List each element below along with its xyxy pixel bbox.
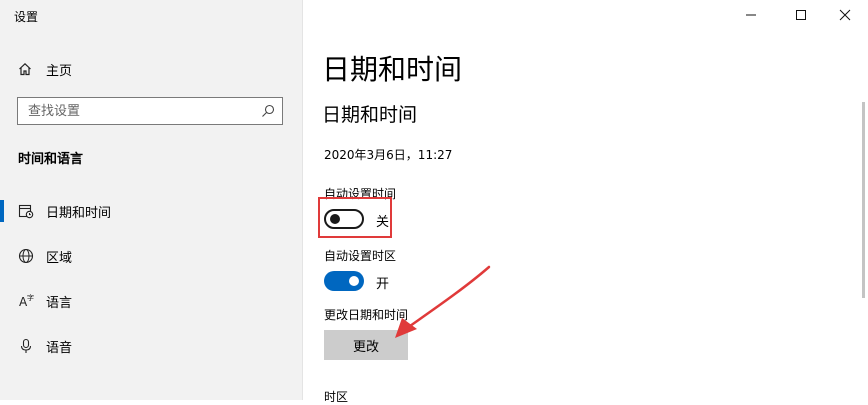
sidebar-item-region[interactable]: 区域: [0, 244, 300, 268]
auto-timezone-toggle[interactable]: [324, 271, 364, 291]
language-icon: A 字: [18, 293, 34, 309]
auto-timezone-state: 开: [376, 277, 390, 292]
nav-home-label: 主页: [46, 63, 73, 79]
auto-timezone-label: 自动设置时区: [324, 249, 397, 263]
change-datetime-label: 更改日期和时间: [324, 308, 409, 322]
sidebar: 设置 主页 时间和语言 日期和时间: [0, 0, 302, 400]
microphone-icon: [18, 338, 34, 354]
current-datetime: 2020年3月6日，11:27: [324, 148, 453, 162]
home-icon: [19, 62, 31, 76]
search-icon[interactable]: [261, 104, 275, 118]
close-button[interactable]: [834, 5, 856, 25]
change-button[interactable]: 更改: [324, 330, 408, 360]
scrollbar[interactable]: [862, 102, 865, 298]
sidebar-item-speech[interactable]: 语音: [0, 334, 300, 358]
maximize-icon: [796, 10, 806, 20]
auto-time-state: 关: [376, 215, 390, 230]
minimize-icon: [746, 14, 756, 16]
section-title: 时间和语言: [18, 152, 84, 167]
sidebar-item-language[interactable]: A 字 语言: [0, 289, 300, 313]
minimize-button[interactable]: [740, 5, 762, 25]
toggle-knob: [330, 214, 340, 224]
sidebar-item-label: 语音: [46, 340, 73, 356]
window-title: 设置: [14, 10, 39, 24]
maximize-button[interactable]: [790, 5, 812, 25]
nav-home[interactable]: 主页: [18, 59, 72, 79]
auto-time-toggle[interactable]: [324, 209, 364, 229]
toggle-knob: [349, 276, 359, 286]
sidebar-item-label: 语言: [46, 295, 73, 311]
sidebar-item-date-time[interactable]: 日期和时间: [0, 199, 300, 223]
section-heading: 日期和时间: [322, 104, 418, 126]
search-box[interactable]: [17, 97, 283, 125]
search-input[interactable]: [18, 98, 268, 124]
sidebar-item-label: 日期和时间: [46, 205, 112, 221]
svg-text:字: 字: [27, 293, 34, 302]
page-title: 日期和时间: [322, 53, 463, 86]
sidebar-item-label: 区域: [46, 250, 73, 266]
globe-icon: [18, 248, 34, 264]
calendar-clock-icon: [18, 203, 34, 219]
timezone-label: 时区: [324, 390, 349, 404]
close-icon: [839, 9, 851, 21]
sidebar-divider: [302, 0, 303, 400]
